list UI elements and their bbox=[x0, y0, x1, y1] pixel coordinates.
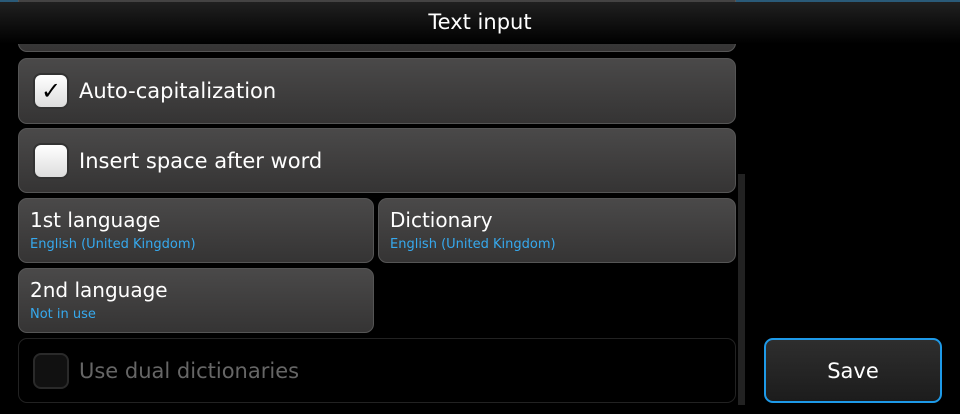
first-language-button[interactable]: 1st language English (United Kingdom) bbox=[18, 198, 374, 263]
auto-capitalization-checkbox[interactable]: ✓ Auto-capitalization bbox=[18, 58, 736, 124]
dictionary-value: English (United Kingdom) bbox=[390, 237, 556, 252]
checkbox-icon[interactable] bbox=[33, 352, 69, 389]
dual-dictionaries-checkbox[interactable]: Use dual dictionaries bbox=[18, 338, 736, 403]
insert-space-checkbox[interactable]: Insert space after word bbox=[18, 128, 736, 193]
second-language-label: 2nd language bbox=[30, 278, 168, 302]
first-language-label: 1st language bbox=[30, 208, 161, 232]
insert-space-label: Insert space after word bbox=[79, 148, 323, 173]
dual-dictionaries-label: Use dual dictionaries bbox=[79, 358, 300, 383]
checkmark-icon[interactable]: ✓ bbox=[33, 73, 69, 109]
second-language-button[interactable]: 2nd language Not in use bbox=[18, 268, 374, 333]
second-language-value: Not in use bbox=[30, 307, 96, 322]
dictionary-label: Dictionary bbox=[390, 208, 493, 232]
checkbox-icon[interactable] bbox=[33, 142, 69, 179]
auto-capitalization-label: Auto-capitalization bbox=[79, 79, 277, 103]
first-language-value: English (United Kingdom) bbox=[30, 237, 196, 252]
scrollbar[interactable] bbox=[738, 174, 745, 405]
save-button[interactable]: Save bbox=[764, 338, 942, 403]
dictionary-button[interactable]: Dictionary English (United Kingdom) bbox=[378, 198, 736, 263]
page-title: Text input bbox=[0, 2, 960, 44]
